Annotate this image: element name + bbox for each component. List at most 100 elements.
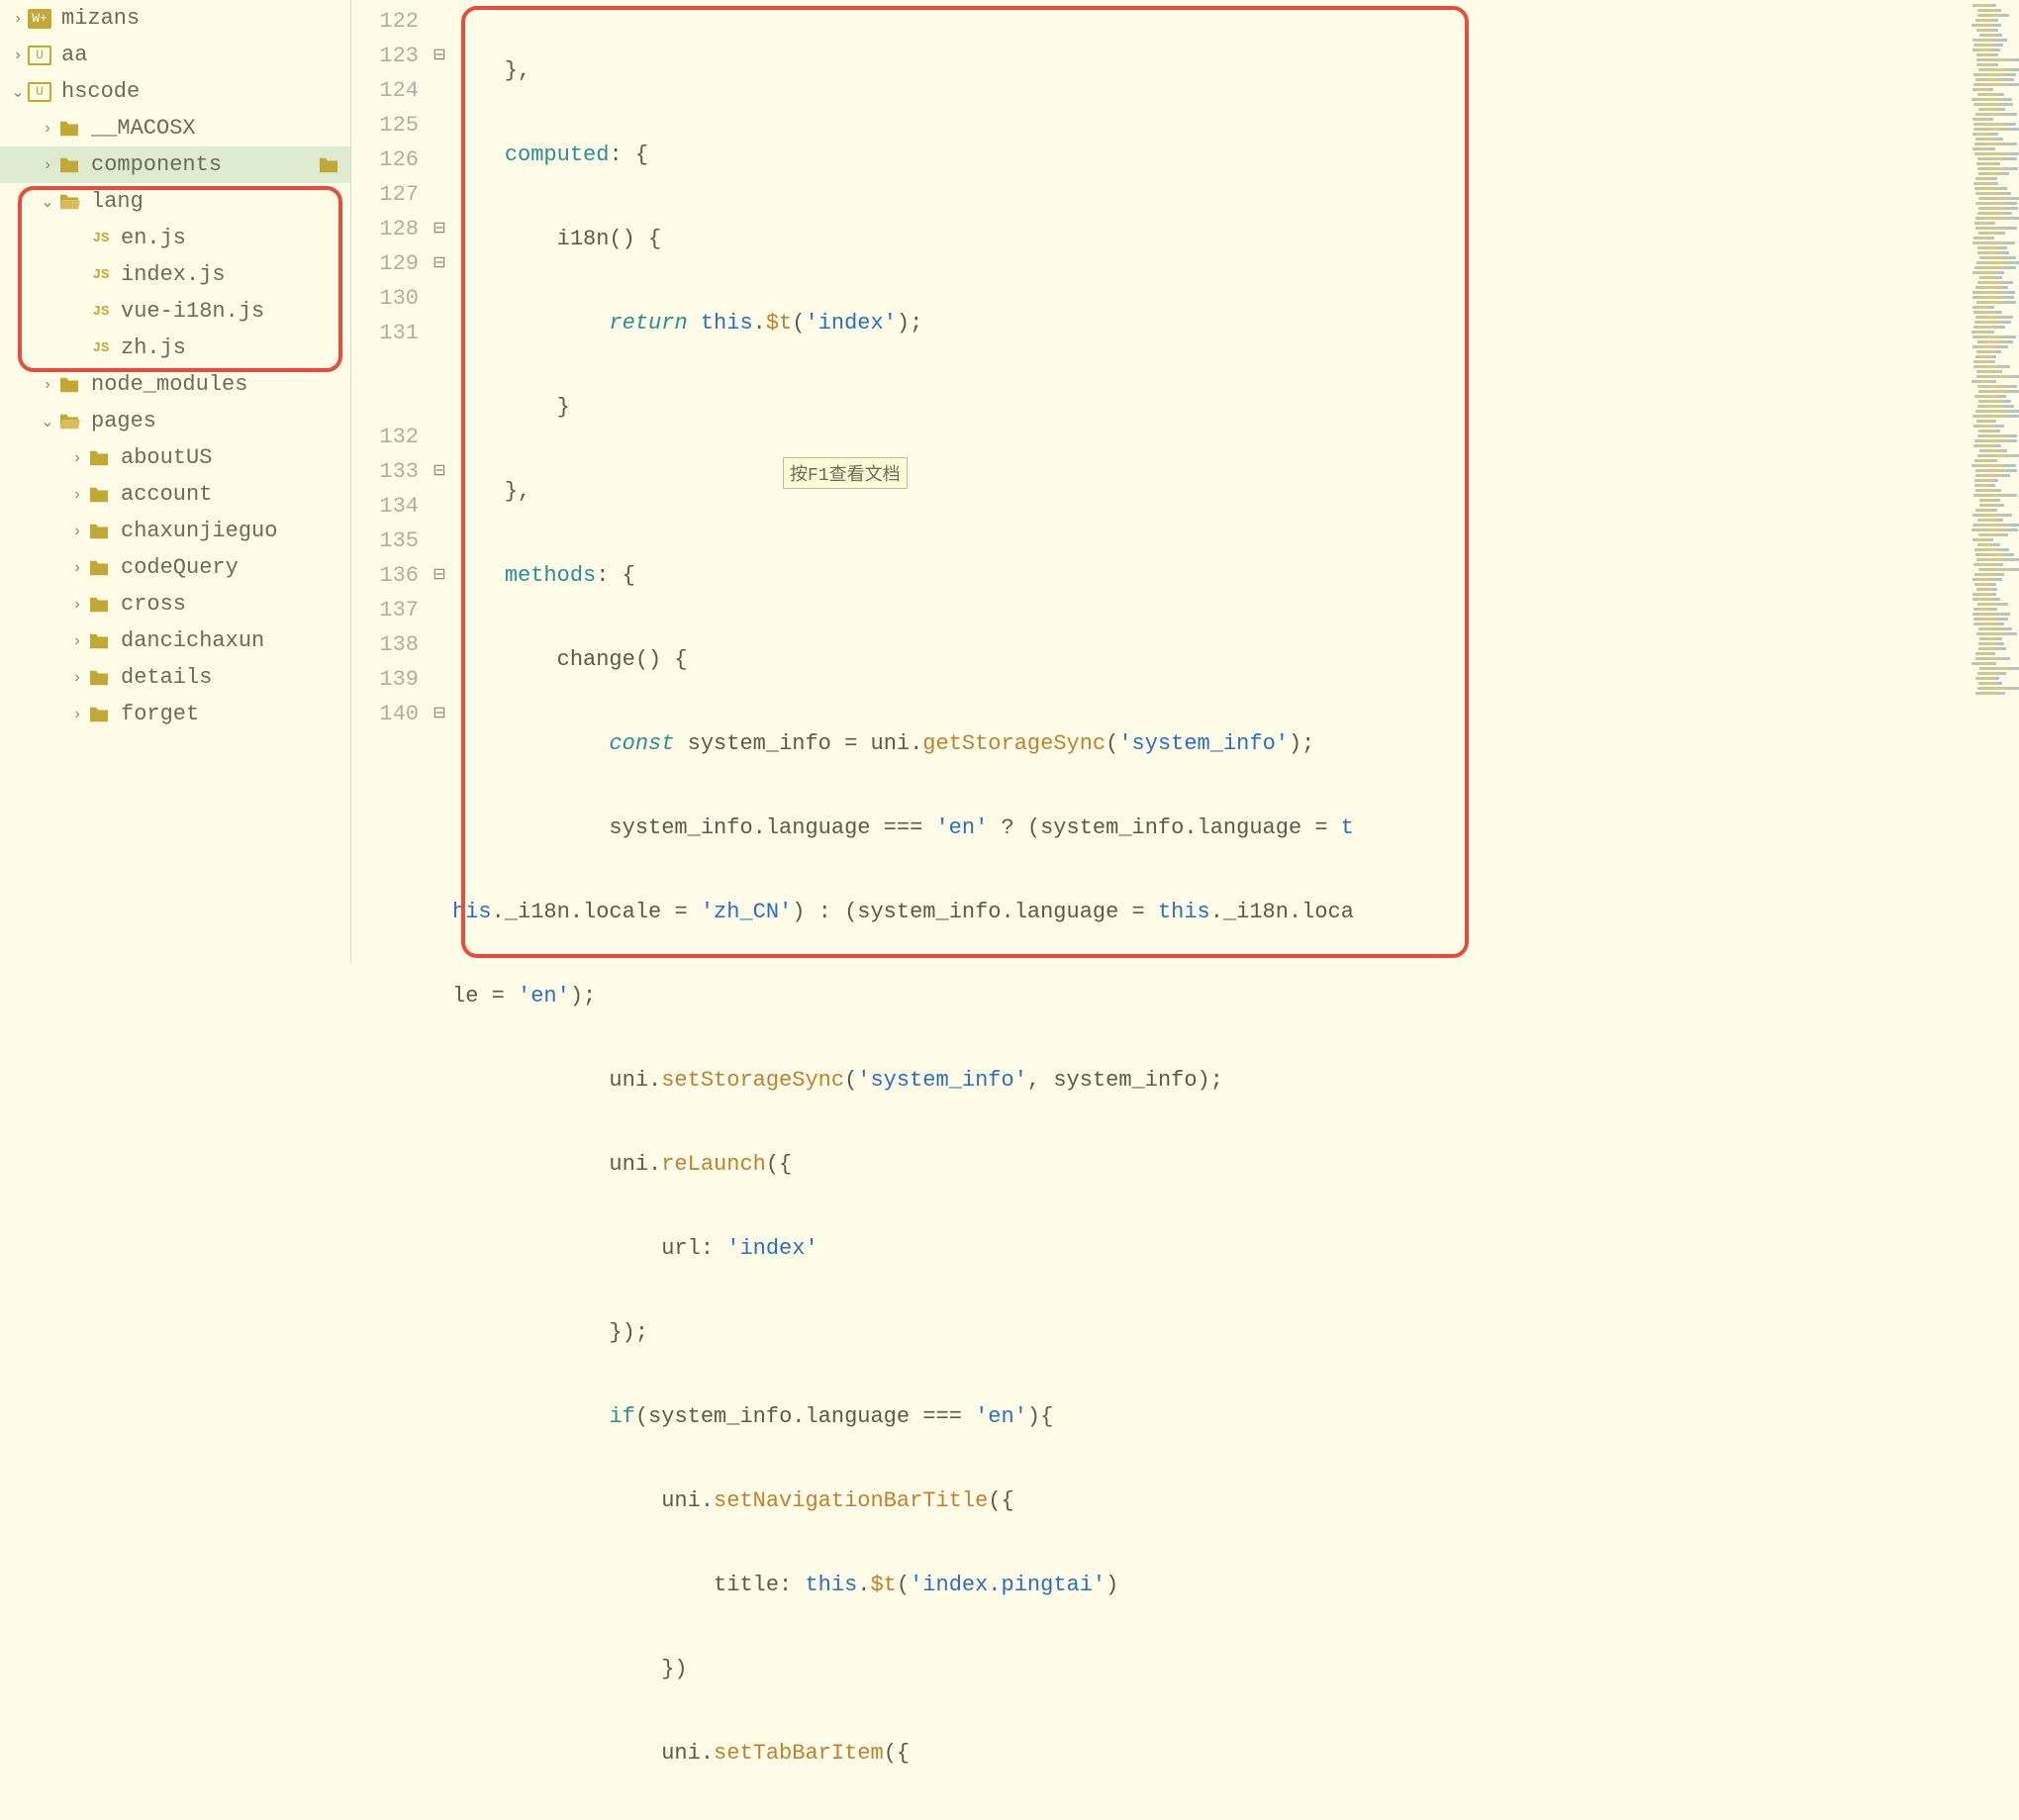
chevron-icon[interactable]: › (38, 156, 57, 174)
tree-item-pages[interactable]: ⌄ pages (0, 403, 350, 439)
fold-marker[interactable]: ⊟ (427, 558, 452, 593)
tree-item-label: components (91, 152, 222, 177)
code-line: change() { (452, 642, 1970, 677)
chevron-icon[interactable]: › (67, 632, 87, 650)
fold-marker[interactable]: ⊟ (427, 212, 452, 246)
tree-item-indexjs[interactable]: JSindex.js (0, 256, 350, 293)
tree-item-mizans[interactable]: ›W+mizans (0, 0, 350, 37)
code-line: le = 'en'); (452, 979, 1970, 1013)
tree-item-label: vue-i18n.js (121, 299, 264, 324)
chevron-icon[interactable]: › (67, 486, 87, 504)
code-editor[interactable]: 1221231241251261271281291301311321331341… (351, 0, 2019, 964)
chevron-icon[interactable]: ⌄ (8, 82, 28, 102)
folder-icon (87, 595, 111, 615)
folder-icon (87, 522, 111, 541)
tree-item-hscode[interactable]: ⌄Uhscode (0, 73, 350, 110)
folder-icon (87, 485, 111, 505)
chevron-icon[interactable]: ⌄ (38, 192, 57, 212)
tree-item-label: __MACOSX (91, 116, 196, 141)
chevron-icon[interactable]: › (38, 120, 57, 138)
tree-item-vuei18njs[interactable]: JS vue-i18n.js (0, 293, 350, 330)
folder-icon (57, 375, 81, 395)
chevron-icon[interactable]: › (8, 10, 28, 28)
fold-marker (427, 108, 452, 143)
minimap[interactable] (1970, 0, 2019, 964)
js-file-icon: JS (87, 304, 115, 320)
file-explorer[interactable]: ›W+mizans›Uaa⌄Uhscode › __MACOSX › component… (0, 0, 351, 964)
fold-marker (427, 73, 452, 108)
chevron-icon[interactable]: › (67, 449, 87, 467)
fold-marker (427, 420, 452, 454)
u-icon: U (28, 82, 51, 102)
code-line: methods: { (452, 558, 1970, 593)
tree-item-forget[interactable]: ›forget (0, 696, 350, 732)
chevron-icon[interactable]: › (67, 669, 87, 687)
fold-marker (427, 4, 452, 39)
line-number: 138 (351, 627, 427, 662)
tree-item-label: chaxunjieguo (121, 519, 277, 543)
tree-item-account[interactable]: › account (0, 476, 350, 513)
js-file-icon: JS (87, 231, 115, 246)
folder-open-icon (57, 412, 81, 431)
tree-item-codequery[interactable]: ›codeQuery (0, 549, 350, 586)
line-number: 126 (351, 143, 427, 177)
tree-item-dancichaxun[interactable]: ›dancichaxun (0, 623, 350, 659)
tree-item-nodemodules[interactable]: › node_modules (0, 366, 350, 403)
fold-marker[interactable]: ⊟ (427, 246, 452, 281)
code-content[interactable]: }, computed: { i18n() { return this.$t('… (452, 0, 1970, 964)
tree-item-zhjs[interactable]: JSzh.js (0, 330, 350, 366)
chevron-icon[interactable]: › (67, 523, 87, 540)
chevron-icon[interactable]: › (67, 706, 87, 723)
js-file-icon: JS (87, 267, 115, 283)
code-line: } (452, 390, 1970, 425)
code-line: return this.$t('index'); (452, 306, 1970, 340)
chevron-icon[interactable]: ⌄ (38, 412, 57, 431)
chevron-icon[interactable]: › (67, 559, 87, 577)
fold-marker[interactable]: ⊟ (427, 697, 452, 731)
code-line: }) (452, 1652, 1970, 1686)
fold-gutter[interactable]: ⊟⊟⊟⊟⊟⊟ (427, 0, 452, 964)
tree-item-aboutus[interactable]: › aboutUS (0, 439, 350, 476)
u-icon: U (28, 46, 51, 65)
line-number: 131 (351, 316, 427, 350)
doc-tooltip: 按F1查看文档 (783, 457, 908, 489)
chevron-icon[interactable]: › (8, 47, 28, 64)
line-number: 128 (351, 212, 427, 246)
fold-marker[interactable]: ⊟ (427, 454, 452, 489)
chevron-icon[interactable]: › (38, 376, 57, 394)
tree-item-details[interactable]: › details (0, 659, 350, 696)
tree-item-label: details (121, 665, 212, 690)
chevron-icon[interactable]: › (67, 596, 87, 614)
fold-marker[interactable]: ⊟ (427, 39, 452, 73)
line-number: 129 (351, 246, 427, 281)
code-line: system_info.language === 'en' ? (system_… (452, 811, 1970, 845)
tree-item-enjs[interactable]: JS en.js (0, 220, 350, 256)
tree-item-label: account (121, 482, 212, 507)
fold-marker (427, 489, 452, 524)
tree-item-cross[interactable]: ›cross (0, 586, 350, 623)
wplus-icon: W+ (28, 9, 51, 29)
code-line: uni.setNavigationBarTitle({ (452, 1484, 1970, 1518)
tree-item-chaxunjieguo[interactable]: › chaxunjieguo (0, 513, 350, 549)
line-number: 130 (351, 281, 427, 316)
tree-item-macosx[interactable]: › __MACOSX (0, 110, 350, 146)
tree-item-label: pages (91, 409, 156, 433)
tree-item-components[interactable]: › components (0, 146, 350, 183)
line-number (351, 385, 427, 420)
code-line: title: this.$t('index.pingtai') (452, 1568, 1970, 1602)
tree-item-lang[interactable]: ⌄ lang (0, 183, 350, 220)
line-number: 139 (351, 662, 427, 697)
code-line: url: 'index' (452, 1231, 1970, 1266)
tree-item-label: lang (91, 189, 144, 214)
line-number: 137 (351, 593, 427, 627)
tree-item-label: node_modules (91, 372, 247, 397)
line-number: 124 (351, 73, 427, 108)
folder-icon (87, 705, 111, 724)
tree-item-aa[interactable]: ›Uaa (0, 37, 350, 73)
fold-marker (427, 627, 452, 662)
tree-item-label: en.js (121, 226, 186, 250)
line-number: 125 (351, 108, 427, 143)
tree-item-label: aboutUS (121, 445, 212, 470)
folder-icon (57, 155, 81, 175)
folder-icon (87, 558, 111, 578)
